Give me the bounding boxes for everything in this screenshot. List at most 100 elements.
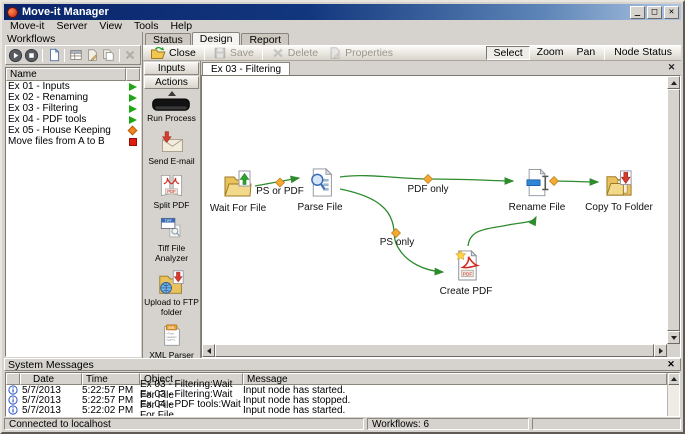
menu-server[interactable]: Server [50, 20, 93, 32]
status-running-icon [126, 105, 139, 113]
action-upload-to-ftp-folder[interactable]: Upload to FTP folder [144, 269, 200, 318]
title-bar[interactable]: Move-it Manager _□✕ [4, 4, 681, 20]
xml-parser-icon: XML<?xmlversion="1.0"?> [159, 322, 185, 349]
messages-scroll-up-icon[interactable] [668, 373, 680, 385]
actions-scroll-up-icon[interactable] [143, 89, 200, 98]
toolbar-separator [604, 47, 605, 60]
design-canvas-area: Ex 03 - Filtering [201, 61, 681, 358]
workflow-row[interactable]: Ex 05 - House Keeping [6, 125, 140, 136]
menu-view[interactable]: View [93, 20, 128, 32]
pan-button[interactable]: Pan [571, 46, 602, 60]
workflow-row[interactable]: Ex 02 - Renaming [6, 92, 140, 103]
svg-text:PDF: PDF [167, 189, 176, 194]
name-column-header[interactable]: Name [6, 68, 126, 81]
action-send-e-mail[interactable]: Send E-mail [148, 129, 194, 167]
info-icon [8, 385, 18, 395]
svg-text:<?xml: <?xml [166, 332, 174, 336]
svg-text:XML: XML [167, 326, 175, 330]
run-workflow-button[interactable] [8, 47, 23, 63]
node-copy-to-folder[interactable]: Copy To Folder [577, 169, 661, 213]
tab-report[interactable]: Report [241, 33, 289, 45]
copy-workflow-button[interactable] [101, 47, 116, 63]
actions-group-actions[interactable]: Actions [144, 76, 199, 89]
system-messages-rows: 5/7/20135:22:57 PMEx 03 - Filtering:Wait… [6, 385, 679, 415]
status-running-icon [126, 94, 139, 102]
parse-file-icon [306, 167, 335, 198]
minimize-button[interactable]: _ [630, 6, 645, 19]
close-button[interactable]: ✕ [664, 6, 679, 19]
window-title: Move-it Manager [22, 6, 628, 18]
system-messages-panel: System Messages DateTimeObjectMessage 5/… [4, 358, 681, 417]
action-label: Run Process [147, 114, 196, 124]
node-create-pdf[interactable]: PDFCreate PDF [424, 247, 508, 297]
workflow-properties-button[interactable] [68, 47, 83, 63]
zoom-button[interactable]: Zoom [531, 46, 570, 60]
messages-vertical-scrollbar[interactable] [667, 373, 679, 416]
stop-workflow-button[interactable] [24, 47, 39, 63]
workflow-canvas[interactable]: Wait For FileParse FileRename FileCopy T… [202, 76, 667, 344]
column-header-message[interactable]: Message [243, 373, 667, 385]
message-icon-column-header[interactable] [6, 373, 20, 385]
message-row[interactable]: 5/7/20135:22:57 PMEx 03 - Filtering:Wait… [6, 395, 667, 405]
workflow-row[interactable]: Ex 04 - PDF tools [6, 114, 140, 125]
rename-workflow-button[interactable] [85, 47, 100, 63]
canvas-tab[interactable]: Ex 03 - Filtering [202, 62, 290, 75]
select-button[interactable]: Select [486, 46, 529, 60]
open-folder-icon [150, 46, 166, 60]
button-label: Save [230, 47, 254, 59]
button-label: Close [169, 47, 196, 59]
workflows-list-header: Name [6, 68, 140, 81]
properties-button[interactable]: Properties [324, 46, 397, 61]
save-button[interactable]: Save [209, 46, 258, 61]
tab-design[interactable]: Design [192, 32, 241, 45]
workflow-name: Ex 03 - Filtering [8, 103, 126, 114]
status-column-header[interactable] [126, 68, 140, 81]
menu-help[interactable]: Help [164, 20, 198, 32]
node-label: Rename File [495, 202, 579, 213]
system-messages-columns: DateTimeObjectMessage [6, 373, 667, 385]
message-row[interactable]: 5/7/20135:22:57 PMEx 03 - Filtering:Wait… [6, 385, 667, 395]
canvas-tab-close-icon[interactable] [666, 62, 677, 73]
actions-group-inputs[interactable]: Inputs [144, 62, 199, 75]
tab-status[interactable]: Status [145, 33, 191, 45]
scroll-down-icon[interactable] [667, 331, 680, 344]
new-workflow-button[interactable] [46, 47, 61, 63]
scroll-up-icon[interactable] [667, 76, 680, 89]
canvas-vertical-scrollbar[interactable] [667, 76, 680, 344]
node-label: Create PDF [424, 286, 508, 297]
workflow-name: Ex 05 - House Keeping [8, 125, 126, 136]
action-tiff-file-analyzer[interactable]: TIFFTiff File Analyzer [144, 215, 200, 264]
message-info-icon [6, 385, 20, 395]
scrollbar-corner [667, 344, 680, 357]
workflow-row[interactable]: Ex 01 - Inputs [6, 81, 140, 92]
canvas-horizontal-scrollbar[interactable] [202, 344, 667, 357]
system-messages-table: DateTimeObjectMessage 5/7/20135:22:57 PM… [5, 372, 680, 417]
action-run-process[interactable]: Run Process [147, 98, 196, 124]
delete-gray-icon [123, 48, 137, 62]
column-header-time[interactable]: Time [82, 373, 140, 385]
horizontal-scroll-thumb[interactable] [215, 344, 654, 357]
column-header-date[interactable]: Date [20, 373, 82, 385]
node-label: Copy To Folder [577, 202, 661, 213]
app-window: Move-it Manager _□✕ Move-itServerViewToo… [0, 0, 685, 434]
play-circle-icon [8, 48, 23, 63]
system-messages-close-icon[interactable] [665, 359, 677, 370]
vertical-scroll-thumb[interactable] [667, 89, 680, 331]
delete-button[interactable]: Delete [267, 46, 322, 61]
workflow-row[interactable]: Ex 03 - Filtering [6, 103, 140, 114]
scroll-right-icon[interactable] [654, 344, 667, 357]
node-status-button[interactable]: Node Status [608, 46, 678, 60]
close-button[interactable]: Close [146, 46, 200, 61]
scroll-left-icon[interactable] [202, 344, 215, 357]
menu-move-it[interactable]: Move-it [4, 20, 50, 32]
action-split-pdf[interactable]: PDFSplit PDF [154, 172, 190, 211]
maximize-button[interactable]: □ [647, 6, 662, 19]
action-xml-parser[interactable]: XML<?xmlversion="1.0"?>XML Parser [149, 322, 194, 358]
toolbar-separator [42, 49, 43, 62]
menu-tools[interactable]: Tools [128, 20, 165, 32]
workflow-row[interactable]: Move files from A to B [6, 136, 140, 147]
delete-workflow-button[interactable] [123, 47, 138, 63]
message-row[interactable]: 5/7/20135:22:02 PMEx 04 - PDF tools:Wait… [6, 405, 667, 415]
info-icon [8, 395, 18, 405]
node-rename-file[interactable]: Rename File [495, 167, 579, 213]
